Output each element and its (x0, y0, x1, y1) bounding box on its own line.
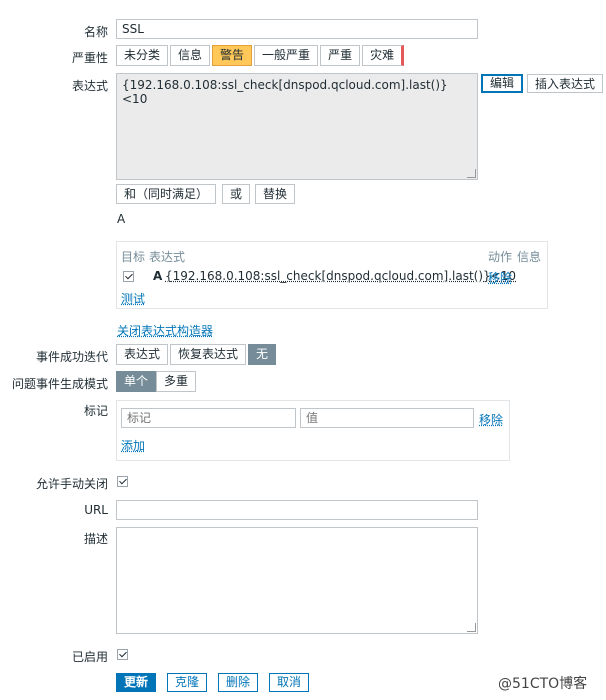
severity-warning[interactable]: 警告 (212, 45, 253, 66)
enabled-label: 已启用 (71, 650, 108, 664)
ok-event-selector: 表达式 恢复表达式 无 (116, 344, 278, 365)
url-input[interactable] (116, 500, 478, 520)
cancel-button[interactable]: 取消 (269, 673, 310, 692)
tags-container: 移除 添加 (116, 400, 510, 461)
ok-event-recovery-expression[interactable]: 恢复表达式 (170, 344, 247, 365)
severity-high[interactable]: 严重 (320, 45, 361, 66)
description-textarea[interactable] (116, 527, 478, 634)
row-remove-link[interactable]: 移除 (488, 269, 512, 286)
delete-button[interactable]: 删除 (218, 673, 259, 692)
name-input[interactable]: SSL (116, 19, 478, 39)
expression-builder-table: 目标 表达式 动作 信息 A {192.168.0.108:ssl_check[… (116, 241, 548, 309)
severity-information[interactable]: 信息 (170, 45, 211, 66)
problem-mode-label: 问题事件生成模式 (11, 377, 108, 391)
row-expression[interactable]: {192.168.0.108:ssl_check[dnspod.qcloud.c… (165, 269, 516, 283)
row-letter: A (153, 269, 163, 283)
tag-value-input[interactable] (300, 408, 474, 428)
test-link[interactable]: 测试 (121, 290, 145, 307)
tag-remove-link[interactable]: 移除 (479, 411, 503, 428)
url-label: URL (84, 503, 108, 517)
expression-textarea[interactable]: {192.168.0.108:ssl_check[dnspod.qcloud.c… (116, 73, 478, 180)
problem-mode-selector: 单个 多重 (116, 371, 198, 392)
severity-average[interactable]: 一般严重 (254, 45, 319, 66)
col-target: 目标 (121, 250, 146, 264)
ok-event-none[interactable]: 无 (248, 344, 277, 365)
problem-mode-multiple[interactable]: 多重 (156, 371, 197, 392)
or-button[interactable]: 或 (222, 184, 251, 204)
col-info: 信息 (517, 250, 542, 264)
ok-event-expression[interactable]: 表达式 (116, 344, 169, 365)
row-target-checkbox[interactable] (123, 271, 134, 282)
update-button[interactable]: 更新 (116, 673, 157, 692)
insert-expression-button[interactable]: 插入表达式 (527, 74, 604, 93)
ok-event-label: 事件成功迭代 (35, 350, 108, 364)
expression-text: {192.168.0.108:ssl_check[dnspod.qcloud.c… (122, 78, 448, 106)
resize-handle-icon[interactable] (467, 623, 476, 632)
replace-button[interactable]: 替换 (255, 184, 296, 204)
tags-label: 标记 (83, 404, 108, 418)
and-button[interactable]: 和（同时满足） (116, 184, 217, 204)
problem-mode-single[interactable]: 单个 (116, 371, 157, 392)
severity-label: 严重性 (71, 51, 108, 65)
clone-button[interactable]: 克隆 (167, 673, 208, 692)
col-expression: 表达式 (149, 250, 186, 264)
resize-handle-icon[interactable] (467, 169, 476, 178)
expression-letter: A (117, 212, 126, 226)
enabled-checkbox[interactable] (117, 649, 128, 660)
manual-close-label: 允许手动关闭 (35, 477, 108, 491)
severity-not-classified[interactable]: 未分类 (116, 45, 169, 66)
close-builder-link[interactable]: 关闭表达式构造器 (117, 322, 213, 339)
expression-label: 表达式 (71, 79, 108, 93)
severity-selector: 未分类 信息 警告 一般严重 严重 灾难 (116, 45, 406, 66)
tag-name-input[interactable] (121, 408, 296, 428)
tag-add-link[interactable]: 添加 (121, 437, 145, 454)
watermark: @51CTO博客 (498, 676, 588, 692)
name-label: 名称 (83, 25, 108, 39)
severity-disaster[interactable]: 灾难 (362, 45, 405, 66)
edit-button[interactable]: 编辑 (481, 74, 524, 93)
col-action: 动作 (488, 250, 513, 264)
manual-close-checkbox[interactable] (117, 476, 128, 487)
description-label: 描述 (83, 532, 108, 546)
